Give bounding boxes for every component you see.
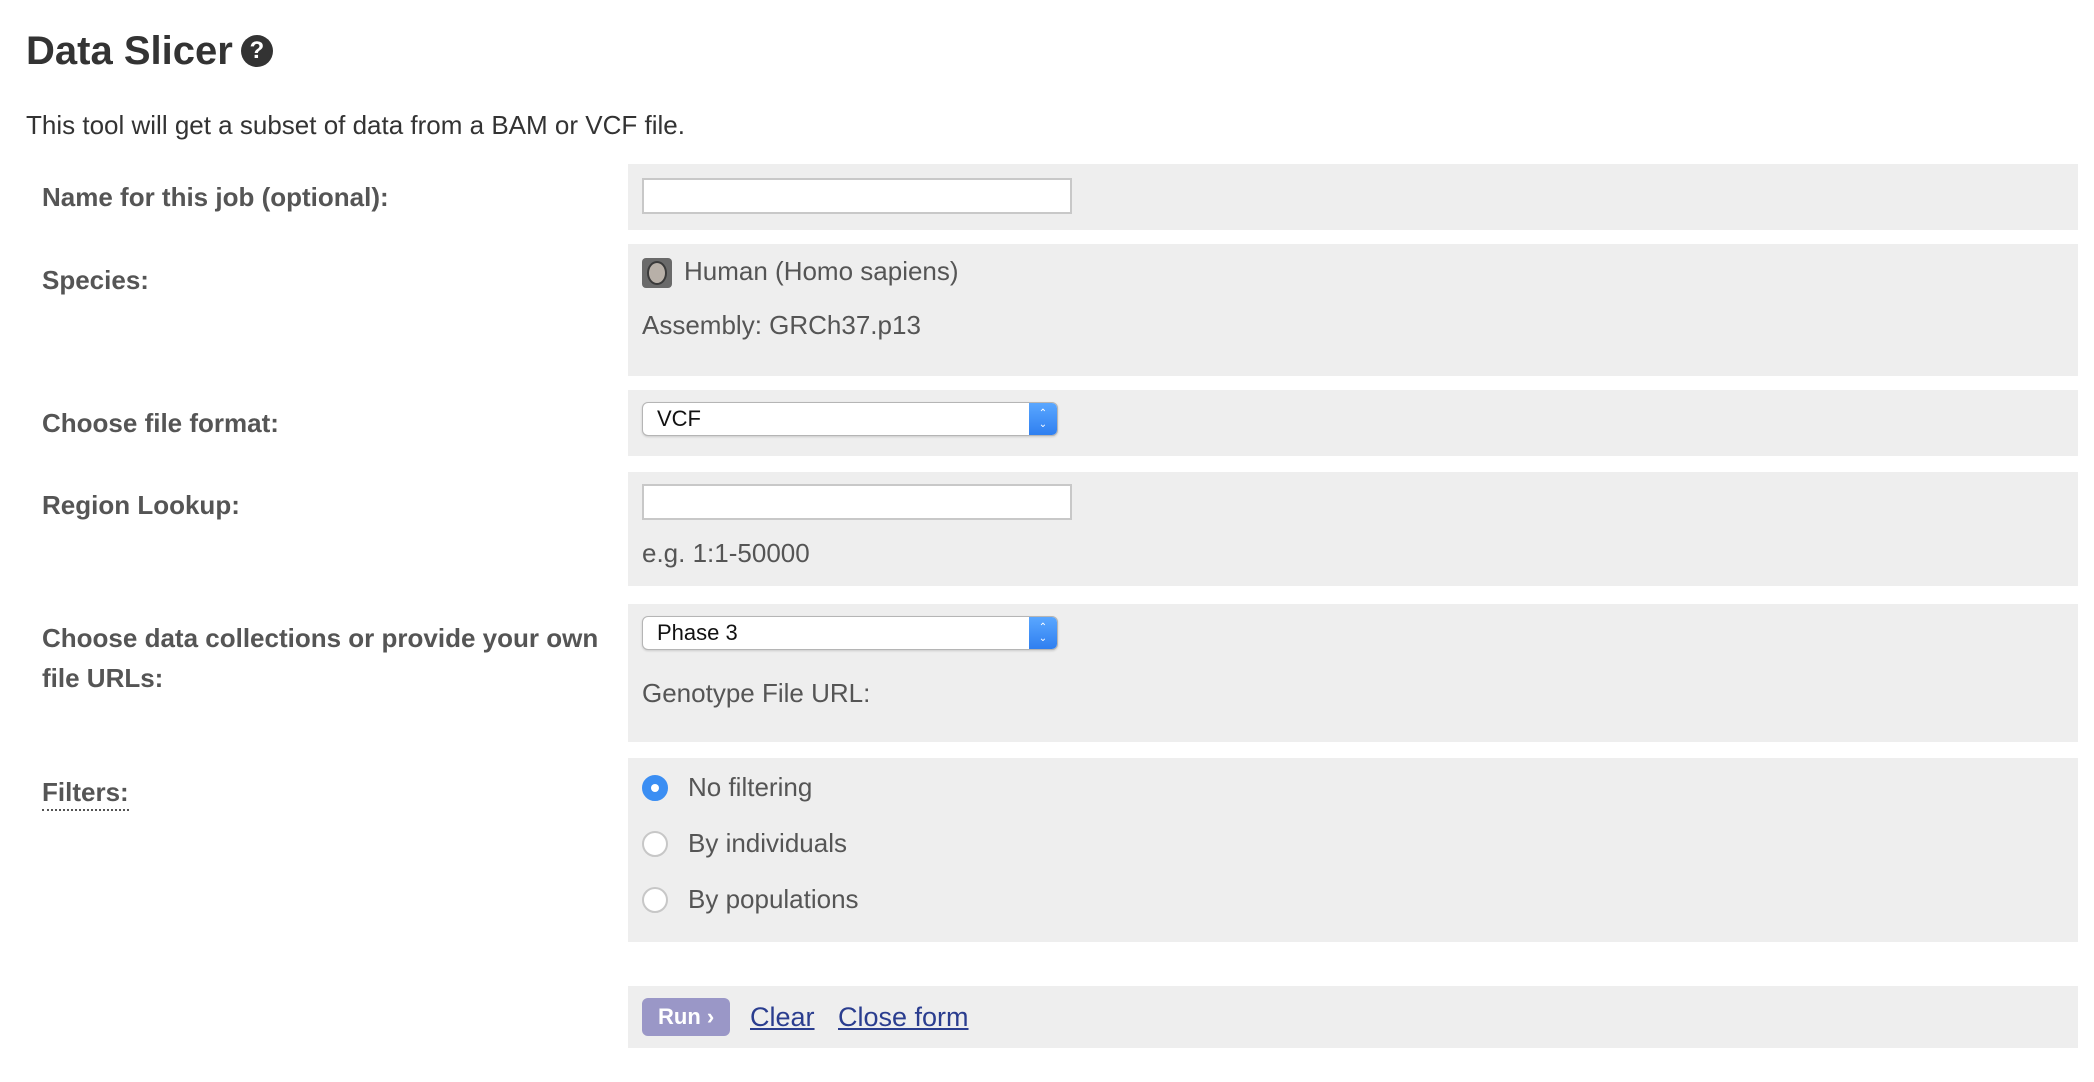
radio-unchecked-icon[interactable] [642,830,668,857]
collections-select[interactable]: Phase 3 ⌃ ⌄ [642,616,1058,650]
region-row: Region Lookup: e.g. 1:1-50000 [0,472,2094,586]
file-format-select[interactable]: VCF ⌃ ⌄ [642,402,1058,436]
filter-option-by-individuals[interactable]: By individuals [642,828,847,859]
job-name-row: Name for this job (optional): [0,164,2094,230]
file-format-selected: VCF [657,406,701,431]
run-button[interactable]: Run › [642,998,731,1036]
job-name-field-area [628,164,2078,230]
species-label: Species: [42,265,149,295]
collections-row: Choose data collections or provide your … [0,604,2094,742]
select-arrows-icon: ⌃ ⌄ [1029,617,1057,649]
actions-area: Run › Clear Close form [628,986,2078,1048]
select-arrows-icon: ⌃ ⌄ [1029,403,1057,435]
file-format-field-area: VCF ⌃ ⌄ [628,390,2078,456]
question-circle-icon[interactable]: ? [240,35,273,67]
region-label: Region Lookup: [42,490,240,520]
genotype-url-label: Genotype File URL: [642,678,871,708]
filters-label: Filters: [42,772,612,812]
actions-row: Run › Clear Close form [0,986,2094,1048]
file-format-label: Choose file format: [42,408,279,438]
filter-option-no-filtering[interactable]: No filtering [642,772,812,803]
file-format-row: Choose file format: VCF ⌃ ⌄ [0,390,2094,456]
species-row: Species: Human (Homo sapiens) Assembly: … [0,244,2094,376]
collections-label: Choose data collections or provide your … [42,623,599,693]
region-hint: e.g. 1:1-50000 [642,538,810,568]
close-form-link[interactable]: Close form [838,998,969,1036]
filters-label-text[interactable]: Filters: [42,777,129,811]
region-field-area: e.g. 1:1-50000 [628,472,2078,586]
intro-text: This tool will get a subset of data from… [26,110,685,140]
job-name-label: Name for this job (optional): [42,182,389,212]
job-name-input[interactable] [642,178,1072,214]
collections-selected: Phase 3 [657,620,738,645]
species-field-area: Human (Homo sapiens) Assembly: GRCh37.p1… [628,244,2078,376]
assembly-text: Assembly: GRCh37.p13 [642,310,921,340]
data-slicer-page: Data Slicer ? This tool will get a subse… [0,0,2094,1082]
page-title-text: Data Slicer [26,28,233,73]
human-species-icon [642,258,672,288]
clear-link[interactable]: Clear [750,998,815,1036]
region-input[interactable] [642,484,1072,520]
page-title: Data Slicer ? [26,26,273,76]
filter-option-label: By individuals [688,828,847,858]
radio-checked-icon[interactable] [642,774,668,801]
collections-field-area: Phase 3 ⌃ ⌄ Genotype File URL: [628,604,2078,742]
filters-field-area: No filtering By individuals By populatio… [628,758,2078,942]
radio-unchecked-icon[interactable] [642,886,668,913]
filter-option-by-populations[interactable]: By populations [642,884,859,915]
filter-option-label: By populations [688,884,859,914]
filter-option-label: No filtering [688,772,813,802]
species-name: Human (Homo sapiens) [684,256,959,286]
filters-row: Filters: No filtering By individuals By … [0,758,2094,942]
